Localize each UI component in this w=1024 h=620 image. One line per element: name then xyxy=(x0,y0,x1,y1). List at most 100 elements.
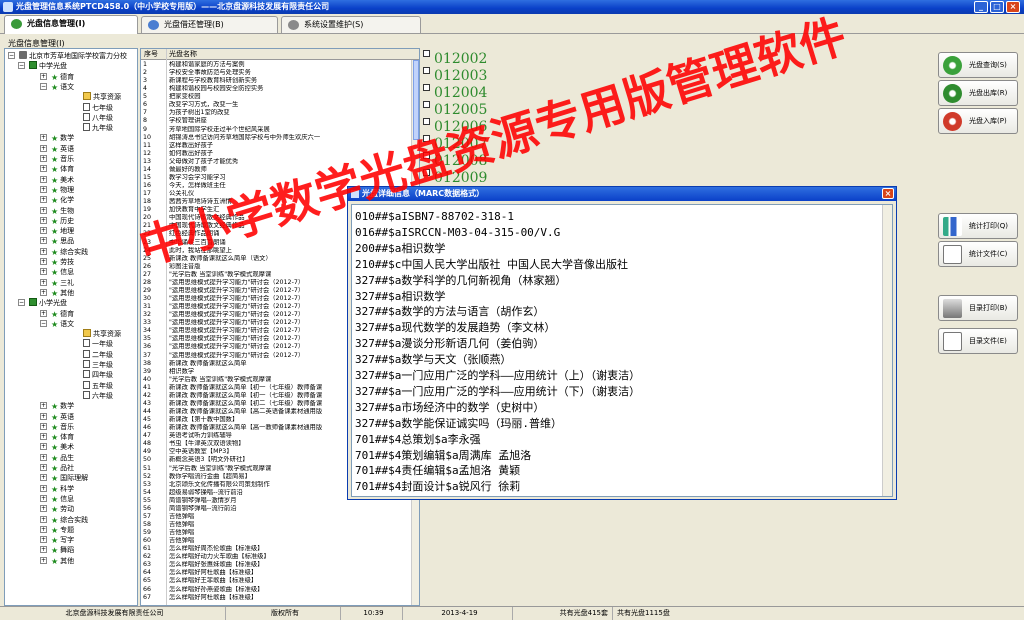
expand-toggle-icon[interactable]: + xyxy=(40,206,47,214)
expand-toggle-icon[interactable]: + xyxy=(40,443,47,451)
checkbox[interactable] xyxy=(423,67,430,74)
isbn-item[interactable]: 012008 xyxy=(423,152,487,169)
checkbox[interactable] xyxy=(423,50,430,57)
tree-subject[interactable]: ★ 音乐 xyxy=(51,154,74,164)
close-button[interactable]: × xyxy=(1006,1,1020,13)
expand-toggle-icon[interactable]: + xyxy=(40,175,47,183)
expand-toggle-icon[interactable]: − xyxy=(18,299,25,307)
tree-subject[interactable]: ★ 音乐 xyxy=(51,422,74,432)
checkbox[interactable] xyxy=(423,84,430,91)
isbn-item[interactable]: 012003 xyxy=(423,67,487,84)
col-header-name[interactable]: 光盘名称 xyxy=(169,49,197,60)
marc-record-text[interactable]: 010##$aISBN7-88702-318-1 016##$aISRCCN-M0… xyxy=(351,204,893,497)
expand-toggle-icon[interactable]: + xyxy=(40,134,47,142)
tree-subject[interactable]: ★ 语文 xyxy=(51,82,74,92)
expand-toggle-icon[interactable]: + xyxy=(40,227,47,235)
table-row[interactable]: 63 怎么样唱好张惠妹歌曲【标准级】 xyxy=(141,561,413,569)
minimize-button[interactable]: _ xyxy=(974,1,988,13)
isbn-item[interactable]: 012004 xyxy=(423,84,487,101)
expand-toggle-icon[interactable]: + xyxy=(40,464,47,471)
tree-subject[interactable]: ★ 美术 xyxy=(51,175,74,185)
table-row[interactable]: 4 构建和谐校园与校园安全防控实务 xyxy=(141,85,413,93)
disc-checkout-button[interactable]: 光盘出库(R) xyxy=(938,80,1018,106)
tree-subject[interactable]: ★ 体育 xyxy=(51,164,74,174)
tree-grade[interactable]: 五年级 xyxy=(83,380,113,391)
expand-toggle-icon[interactable]: + xyxy=(40,237,47,245)
expand-toggle-icon[interactable]: + xyxy=(40,402,47,410)
table-row[interactable]: 12 如何教出好孩子 xyxy=(141,150,413,158)
tree-subject[interactable]: ★ 物理 xyxy=(51,185,74,195)
tree-subject[interactable]: ★ 数学 xyxy=(51,133,74,143)
tab-settings[interactable]: 系统设置维护(S) xyxy=(281,16,421,33)
tree-subject[interactable]: ★ 体育 xyxy=(51,432,74,442)
tree-grade[interactable]: 六年级 xyxy=(83,390,113,401)
expand-toggle-icon[interactable]: + xyxy=(40,433,47,441)
expand-toggle-icon[interactable]: + xyxy=(40,288,47,296)
maximize-button[interactable]: □ xyxy=(990,1,1004,13)
tree-grade[interactable]: 九年级 xyxy=(83,123,113,133)
table-row[interactable]: 66 怎么样唱好孙燕姿歌曲【标准级】 xyxy=(141,586,413,594)
checkbox[interactable] xyxy=(423,152,430,159)
table-row[interactable]: 65 怎么样唱好王菲歌曲【标准级】 xyxy=(141,577,413,585)
category-tree[interactable]: − 北京市芳草地国际学校富力分校 − 中学光盘 + ★ 德育 − ★ 语文 共享资源 七年级 八年级 九年… xyxy=(4,48,138,606)
expand-toggle-icon[interactable]: + xyxy=(40,484,47,492)
tree-subject[interactable]: ★ 品社 xyxy=(51,463,74,473)
table-row[interactable]: 8 学校管理讲座 xyxy=(141,117,413,125)
table-row[interactable]: 3 新课程与学校教育科研创新实务 xyxy=(141,77,413,85)
table-row[interactable]: 64 怎么样唱好阿杜歌曲【标准级】 xyxy=(141,569,413,577)
expand-toggle-icon[interactable]: + xyxy=(40,165,47,173)
expand-toggle-icon[interactable]: + xyxy=(40,185,47,193)
isbn-item[interactable]: 012009 xyxy=(423,169,487,186)
tree-subject[interactable]: ★ 英语 xyxy=(51,144,74,154)
expand-toggle-icon[interactable]: − xyxy=(40,82,47,90)
tree-subject[interactable]: ★ 生物 xyxy=(51,206,74,216)
table-row[interactable]: 15 教学习会学习能学习 xyxy=(141,174,413,182)
expand-toggle-icon[interactable]: + xyxy=(40,155,47,162)
tab-disc-info[interactable]: 光盘信息管理(I) xyxy=(4,15,138,34)
tree-grade[interactable]: 二年级 xyxy=(83,349,113,360)
expand-toggle-icon[interactable]: + xyxy=(40,505,47,513)
tree-subject[interactable]: ★ 劳动 xyxy=(51,504,74,514)
tree-subject[interactable]: ★ 数学 xyxy=(51,401,74,411)
tree-subject[interactable]: ★ 语文 xyxy=(51,319,74,329)
expand-toggle-icon[interactable]: + xyxy=(40,453,47,461)
expand-toggle-icon[interactable]: + xyxy=(40,144,47,152)
tree-grade[interactable]: 一年级 xyxy=(83,339,113,349)
tree-grade[interactable]: 三年级 xyxy=(83,360,113,370)
tree-subject[interactable]: ★ 三礼 xyxy=(51,278,74,288)
expand-toggle-icon[interactable]: + xyxy=(40,412,47,420)
tree-subject[interactable]: ★ 信息 xyxy=(51,494,74,504)
expand-toggle-icon[interactable]: − xyxy=(40,319,47,327)
tree-subject[interactable]: ★ 综合实践 xyxy=(51,247,88,257)
table-row[interactable]: 7 为孩子树出1堂的改变 xyxy=(141,109,413,117)
isbn-item[interactable]: 012002 xyxy=(423,50,487,67)
expand-toggle-icon[interactable]: − xyxy=(18,62,25,70)
isbn-item[interactable]: 012007 xyxy=(423,135,487,152)
table-row[interactable]: 10 胡锦涛总书记访问芳草地国际学校与中外师生欢庆六一 xyxy=(141,134,413,142)
tree-subject[interactable]: ★ 其他 xyxy=(51,556,74,566)
tree-subject[interactable]: ★ 英语 xyxy=(51,412,74,422)
checkbox[interactable] xyxy=(423,101,430,108)
tree-subject[interactable]: ★ 其他 xyxy=(51,288,74,298)
expand-toggle-icon[interactable]: + xyxy=(40,494,47,502)
expand-toggle-icon[interactable]: − xyxy=(8,52,15,59)
table-row[interactable]: 67 怎么样唱好阿杜歌曲【标准级】 xyxy=(141,594,413,602)
tree-subject[interactable]: ★ 美术 xyxy=(51,442,74,452)
table-row[interactable]: 62 怎么样唱好动力火车歌曲【标准级】 xyxy=(141,553,413,561)
expand-toggle-icon[interactable]: + xyxy=(40,422,47,430)
tree-subject[interactable]: ★ 地理 xyxy=(51,226,74,236)
tree-subject[interactable]: ★ 劳技 xyxy=(51,257,74,267)
tree-grade[interactable]: 七年级 xyxy=(83,102,113,113)
table-row[interactable]: 1 构建和谐家庭的方法与案例 xyxy=(141,61,413,69)
table-row[interactable]: 5 把家变校园 xyxy=(141,93,413,101)
table-row[interactable]: 6 改变学习方式，改变一生 xyxy=(141,101,413,109)
marc-scrollbar[interactable] xyxy=(882,205,892,496)
table-row[interactable]: 13 父母做对了孩子才能优秀 xyxy=(141,158,413,166)
tree-grade[interactable]: 共享资源 xyxy=(83,92,121,102)
expand-toggle-icon[interactable]: + xyxy=(40,247,47,255)
expand-toggle-icon[interactable]: + xyxy=(40,474,47,482)
expand-toggle-icon[interactable]: + xyxy=(40,309,47,317)
expand-toggle-icon[interactable]: + xyxy=(40,546,47,554)
tree-subject[interactable]: ★ 德育 xyxy=(51,309,74,319)
tree-grade[interactable]: 共享资源 xyxy=(83,329,121,339)
